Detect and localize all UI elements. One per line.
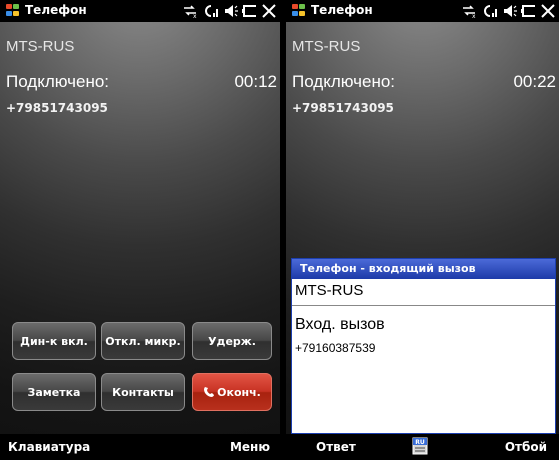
softkey-bar: Ответ RU Отбой (286, 434, 559, 460)
call-status: Подключено: (292, 72, 396, 91)
close-icon[interactable] (541, 4, 555, 18)
keyboard-ru-icon[interactable]: RU (412, 437, 428, 455)
operator-name: MTS-RUS (292, 38, 361, 55)
softkey-answer[interactable]: Ответ (316, 440, 356, 454)
contacts-button[interactable]: Контакты (101, 373, 185, 411)
status-bar: Телефон x (0, 0, 280, 22)
mute-label: Откл. микр. (105, 334, 181, 348)
end-call-button[interactable]: Оконч. (192, 373, 272, 411)
call-timer: 00:22 (513, 72, 556, 91)
phone-screen-connected: Телефон x MTS-RUS Подключено: 00:12 +798… (0, 0, 280, 460)
status-icons: x (461, 1, 555, 21)
softkey-reject[interactable]: Отбой (505, 440, 547, 454)
keyboard-lang-label: RU (415, 439, 425, 446)
close-icon[interactable] (262, 4, 276, 18)
speaker-on-button[interactable]: Дин-к вкл. (12, 322, 96, 360)
dialog-heading: Вход. вызов (295, 316, 385, 333)
phone-screen-incoming: Телефон x MTS-RUS Подключено: 00:22 +798… (286, 0, 559, 460)
end-call-label: Оконч. (217, 385, 261, 399)
incoming-call-dialog: Телефон - входящий вызов MTS-RUS Вход. в… (291, 258, 556, 434)
volume-icon[interactable] (224, 3, 238, 19)
windows-flag-icon[interactable] (6, 4, 20, 17)
operator-name: MTS-RUS (6, 38, 75, 55)
note-button[interactable]: Заметка (12, 373, 96, 411)
signal-strength-icon[interactable] (481, 3, 499, 19)
signal-strength-icon[interactable] (202, 3, 220, 19)
battery-icon[interactable] (521, 5, 537, 17)
contacts-label: Контакты (112, 385, 174, 399)
windows-flag-icon[interactable] (292, 4, 306, 17)
caller-number: +79851743095 (292, 101, 394, 115)
call-status: Подключено: (6, 72, 110, 91)
incoming-number: +79160387539 (295, 341, 376, 355)
caller-number: +79851743095 (6, 101, 108, 115)
speaker-on-label: Дин-к вкл. (20, 334, 88, 348)
svg-text:x: x (472, 13, 476, 18)
softkey-menu[interactable]: Меню (230, 440, 270, 454)
phone-handset-icon (204, 387, 215, 397)
app-title: Телефон (25, 3, 87, 17)
mute-button[interactable]: Откл. микр. (101, 322, 185, 360)
data-connection-icon[interactable]: x (461, 4, 477, 18)
volume-icon[interactable] (503, 3, 517, 19)
hold-button[interactable]: Удерж. (192, 322, 272, 360)
softkey-keyboard[interactable]: Клавиатура (8, 440, 90, 454)
data-connection-icon[interactable]: x (182, 4, 198, 18)
hold-label: Удерж. (208, 334, 256, 348)
battery-icon[interactable] (242, 5, 258, 17)
svg-text:x: x (193, 13, 197, 18)
status-bar: Телефон x (286, 0, 559, 22)
app-title: Телефон (311, 3, 373, 17)
call-timer: 00:12 (234, 72, 277, 91)
dialog-title: Телефон - входящий вызов (292, 259, 555, 279)
note-label: Заметка (27, 385, 81, 399)
status-icons: x (182, 1, 276, 21)
softkey-bar: Клавиатура Меню (0, 434, 280, 460)
dialog-operator: MTS-RUS (292, 279, 555, 306)
